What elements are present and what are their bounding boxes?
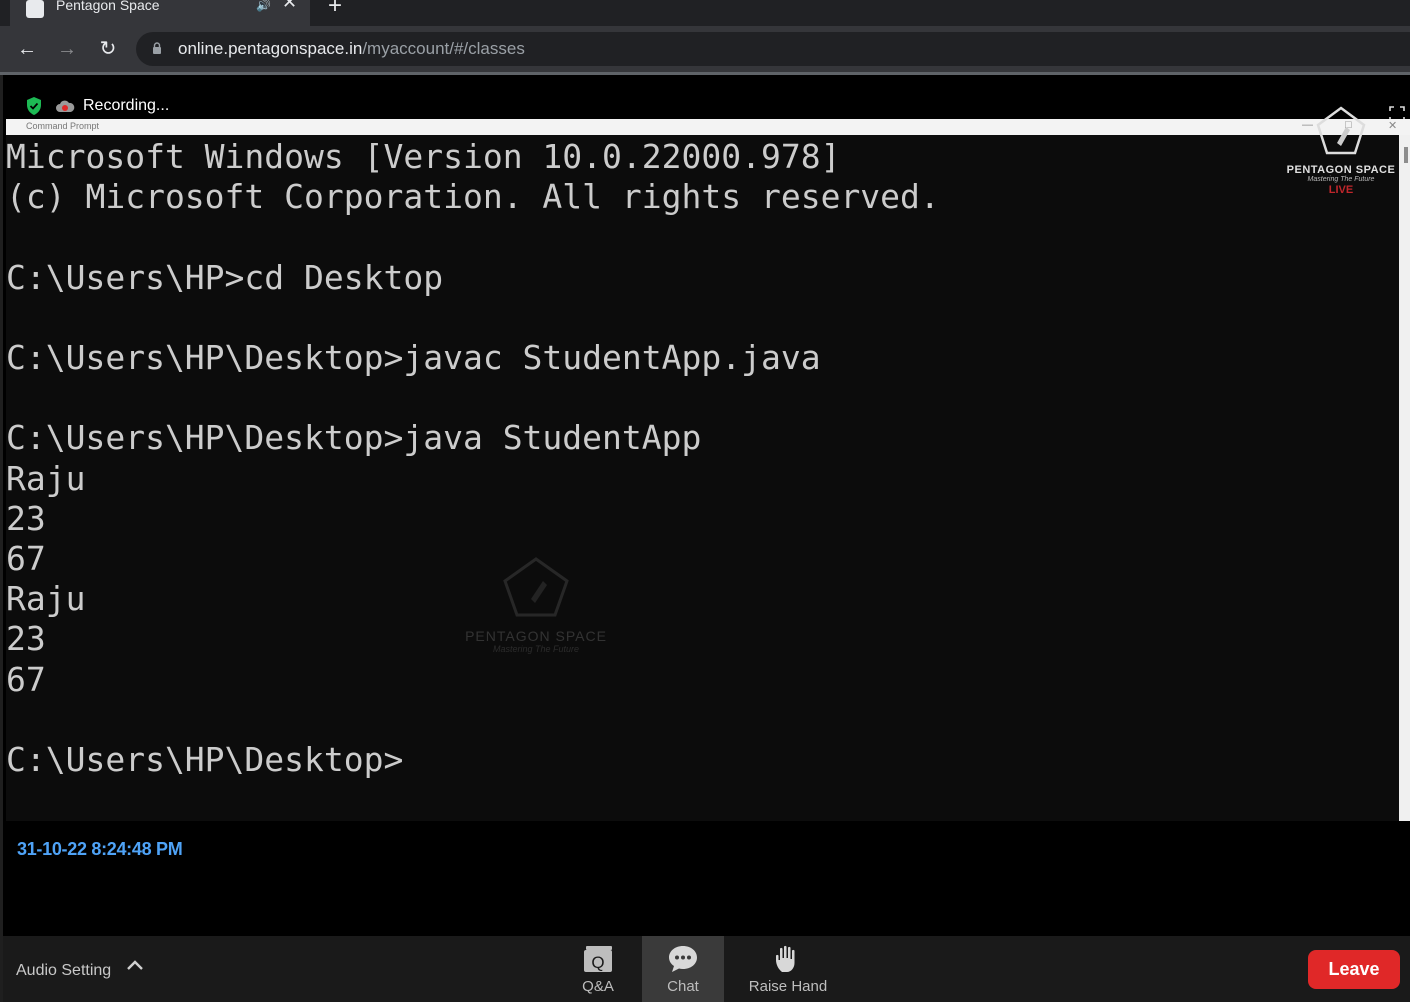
- chat-bubble-icon: [669, 946, 697, 972]
- console-line: C:\Users\HP\Desktop>java StudentApp: [6, 418, 702, 458]
- raise-hand-button[interactable]: Raise Hand: [737, 936, 839, 1002]
- raise-hand-icon: [776, 945, 795, 972]
- raise-hand-label: Raise Hand: [748, 978, 828, 995]
- browser-toolbar: ← → ↻ online.pentagonspace.in/myaccount/…: [0, 26, 1410, 72]
- console-line: Microsoft Windows [Version 10.0.22000.97…: [6, 137, 841, 176]
- console-line: C:\Users\HP>cd Desktop: [6, 257, 444, 297]
- tab-close-icon[interactable]: ✕: [282, 0, 297, 11]
- brand-tagline: Mastering The Future: [1307, 176, 1375, 183]
- reload-icon[interactable]: ↻: [94, 35, 122, 63]
- recording-indicator: Recording...: [25, 91, 169, 121]
- console-line: 23: [6, 498, 46, 538]
- cmd-console: Microsoft Windows [Version 10.0.22000.97…: [6, 135, 1399, 821]
- chat-label: Chat: [667, 978, 699, 995]
- lock-icon[interactable]: [152, 42, 162, 54]
- leave-button[interactable]: Leave: [1308, 950, 1400, 989]
- watermark-name: PENTAGON SPACE: [465, 628, 607, 644]
- site-favicon-icon: [26, 0, 44, 18]
- brand-name: PENTAGON SPACE: [1286, 164, 1396, 176]
- qa-label: Q&A: [582, 978, 614, 995]
- pentagon-logo-icon: [503, 557, 569, 617]
- recording-label: Recording...: [83, 97, 170, 114]
- recording-timestamp: 31-10-22 8:24:48 PM: [17, 839, 183, 859]
- tab-title: Pentagon Space: [56, 0, 160, 13]
- console-line: (c) Microsoft Corporation. All rights re…: [6, 177, 940, 217]
- shield-check-icon[interactable]: [25, 96, 43, 116]
- back-arrow-icon[interactable]: ←: [13, 35, 41, 63]
- live-badge: LIVE: [1328, 184, 1354, 196]
- qa-icon: Q: [584, 946, 612, 972]
- address-bar[interactable]: online.pentagonspace.in/myaccount/#/clas…: [136, 32, 1410, 66]
- browser-tabstrip: Pentagon Space 🔊 ✕ +: [0, 0, 1410, 26]
- cmd-scrollbar: [1399, 135, 1410, 821]
- console-output: Microsoft Windows [Version 10.0.22000.97…: [6, 137, 940, 780]
- pentagon-logo-icon: [1316, 106, 1366, 155]
- audio-setting-button[interactable]: Audio Setting: [16, 962, 111, 980]
- meeting-stage: Recording... Command Prompt — □ ✕ Micros…: [0, 75, 1410, 936]
- forward-arrow-icon[interactable]: →: [53, 35, 81, 63]
- speaker-icon[interactable]: 🔊: [256, 0, 271, 12]
- svg-text:Q: Q: [591, 953, 604, 972]
- chat-button[interactable]: Chat: [642, 936, 724, 1002]
- console-line: Raju: [6, 458, 86, 498]
- cmd-titlebar: Command Prompt — □ ✕: [6, 119, 1410, 135]
- qa-button[interactable]: Q Q&A: [565, 936, 631, 1002]
- url-path: /myaccount/#/classes: [362, 39, 525, 58]
- browser-tab[interactable]: Pentagon Space 🔊 ✕: [10, 0, 310, 26]
- cmd-title: Command Prompt: [26, 121, 100, 131]
- new-tab-icon[interactable]: +: [328, 0, 342, 18]
- console-line: 67: [6, 659, 46, 699]
- console-line: C:\Users\HP\Desktop>javac StudentApp.jav…: [6, 338, 821, 378]
- url-text[interactable]: online.pentagonspace.in/myaccount/#/clas…: [178, 39, 525, 59]
- scrollbar-thumb: [1404, 147, 1408, 163]
- brand-overlay: PENTAGON SPACE Mastering The Future LIVE: [1279, 105, 1403, 196]
- chevron-up-icon[interactable]: [125, 958, 145, 972]
- console-line: C:\Users\HP\Desktop>: [6, 740, 404, 780]
- cloud-recording-icon: [56, 100, 75, 112]
- url-host: online.pentagonspace.in: [178, 39, 363, 58]
- watermark: PENTAGON SPACE Mastering The Future: [446, 555, 626, 654]
- watermark-tagline: Mastering The Future: [492, 644, 580, 654]
- meeting-controls: Audio Setting Q Q&A Chat Raise Hand Leav…: [0, 936, 1410, 1002]
